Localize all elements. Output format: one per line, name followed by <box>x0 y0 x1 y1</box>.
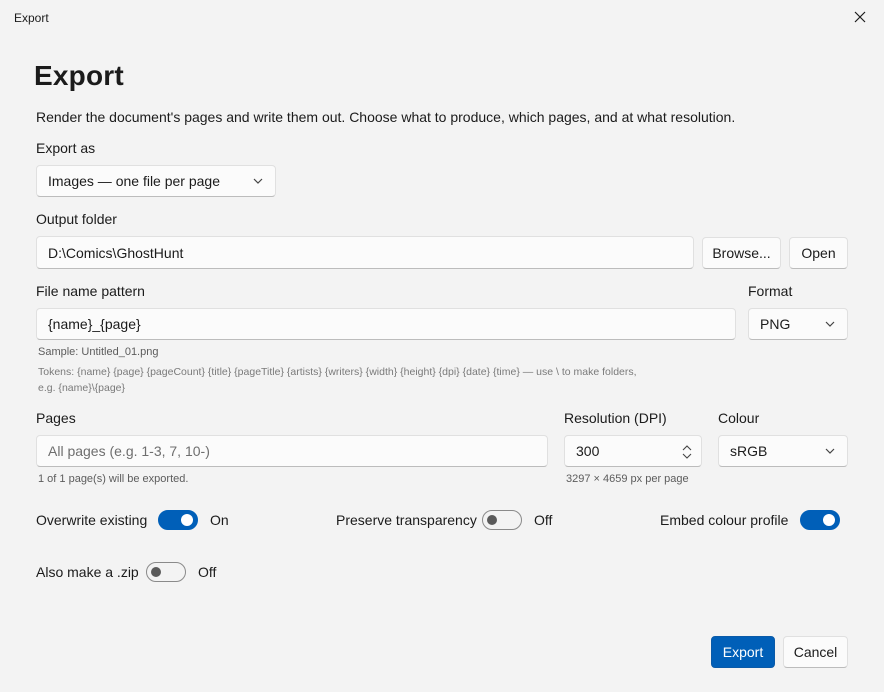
pages-placeholder: All pages (e.g. 1-3, 7, 10-) <box>48 443 210 459</box>
zip-label: Also make a .zip <box>36 564 139 580</box>
export-as-label: Export as <box>36 140 96 156</box>
window-title: Export <box>14 11 49 25</box>
pages-label: Pages <box>36 410 76 426</box>
chevron-down-icon <box>825 321 835 327</box>
zip-toggle[interactable] <box>146 562 186 582</box>
export-as-value: Images — one file per page <box>48 173 220 189</box>
cancel-button[interactable]: Cancel <box>783 636 848 668</box>
format-label: Format <box>748 283 793 299</box>
overwrite-state: On <box>210 512 229 528</box>
close-icon <box>854 11 866 23</box>
toggle-knob <box>487 515 497 525</box>
chevron-down-icon <box>253 178 263 184</box>
colour-value: sRGB <box>730 443 768 459</box>
open-button[interactable]: Open <box>789 237 848 269</box>
transparency-label: Preserve transparency <box>336 512 477 528</box>
embed-profile-toggle[interactable] <box>800 510 840 530</box>
resolution-stepper[interactable]: 300 <box>564 435 702 467</box>
toggle-knob <box>181 514 193 526</box>
chevron-down-icon <box>825 448 835 454</box>
output-folder-value: D:\Comics\GhostHunt <box>48 244 184 261</box>
output-folder-input[interactable]: D:\Comics\GhostHunt <box>36 236 694 269</box>
embed-profile-label: Embed colour profile <box>660 512 789 528</box>
page-title: Export <box>34 60 124 91</box>
tokens-hint-line2: e.g. {name}\{page} <box>38 382 125 394</box>
export-as-dropdown[interactable]: Images — one file per page <box>36 165 276 197</box>
format-value: PNG <box>760 316 791 332</box>
output-folder-label: Output folder <box>36 211 117 227</box>
title-bar: Export <box>0 0 884 34</box>
transparency-state: Off <box>534 512 553 528</box>
pages-input[interactable]: All pages (e.g. 1-3, 7, 10-) <box>36 435 548 467</box>
pages-hint: 1 of 1 page(s) will be exported. <box>38 473 189 485</box>
file-name-pattern-input[interactable]: {name}_{page} <box>36 308 736 340</box>
file-name-pattern-value: {name}_{page} <box>48 316 141 332</box>
toggle-knob <box>823 514 835 526</box>
export-button[interactable]: Export <box>711 636 775 668</box>
colour-label: Colour <box>718 410 760 426</box>
page-description: Render the document's pages and write th… <box>36 109 736 125</box>
close-button[interactable] <box>846 6 874 28</box>
tokens-hint-line1: Tokens: {name} {page} {pageCount} {title… <box>38 366 637 378</box>
colour-dropdown[interactable]: sRGB <box>718 435 848 467</box>
resolution-hint: 3297 × 4659 px per page <box>566 473 689 485</box>
transparency-toggle[interactable] <box>482 510 522 530</box>
resolution-value: 300 <box>576 443 600 459</box>
toggle-knob <box>151 567 161 577</box>
format-dropdown[interactable]: PNG <box>748 308 848 340</box>
spin-arrows-icon[interactable] <box>682 445 692 459</box>
overwrite-toggle[interactable] <box>158 510 198 530</box>
file-name-pattern-label: File name pattern <box>36 283 145 299</box>
overwrite-label: Overwrite existing <box>36 512 148 528</box>
resolution-label: Resolution (DPI) <box>564 410 667 426</box>
browse-button[interactable]: Browse... <box>702 237 781 269</box>
file-name-sample: Sample: Untitled_01.png <box>38 346 159 358</box>
zip-state: Off <box>198 564 217 580</box>
